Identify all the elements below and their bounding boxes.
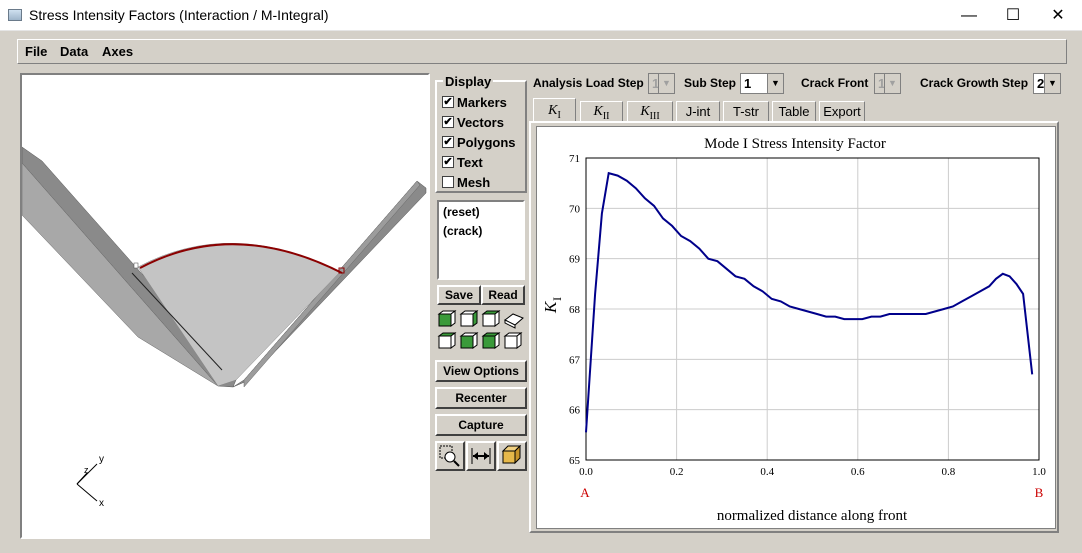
triad-z-label: z [84,465,89,475]
checkbox-box[interactable]: ✔ [442,156,454,168]
analysis-load-step-select[interactable]: 1 ▼ [648,73,675,94]
3d-viewport[interactable]: y x z [20,73,430,539]
crack-growth-step-select[interactable]: 2 ▼ [1033,73,1061,94]
marker-a [133,262,139,269]
x-tick-label: 0.0 [579,466,593,478]
model-view: y x z [22,146,427,509]
view-iso-icon[interactable] [504,313,524,329]
y-tick-label: 70 [569,203,581,215]
zoom-tool-button[interactable] [435,441,465,471]
save-button[interactable]: Save [437,285,481,305]
y-axis-label-sub: I [550,297,564,301]
view-top-icon[interactable] [481,310,501,327]
view-front-icon[interactable] [437,310,457,327]
chevron-down-icon: ▼ [1044,74,1060,93]
x-tick-label: 0.8 [942,466,956,478]
triad-x-label: x [99,498,104,509]
view-bottom-icon[interactable] [459,332,479,349]
crack-growth-step-label: Crack Growth Step [920,76,1029,90]
x-tick-label: 0.2 [670,466,684,478]
end-label-a: A [580,485,590,500]
y-tick-label: 67 [569,354,581,366]
app-icon [8,9,22,21]
grid-lines [585,157,1040,461]
display-group-title: Display [443,74,494,89]
tab-t-str[interactable]: T-str [723,101,769,122]
y-tick-label: 69 [569,254,581,266]
menu-file[interactable]: File [25,44,47,59]
checkbox-box[interactable]: ✔ [442,96,454,108]
y-tick-label: 65 [569,455,581,467]
chevron-down-icon: ▼ [658,74,674,93]
menu-axes[interactable]: Axes [102,44,133,59]
y-tick-label: 71 [569,153,580,165]
y-tick-label: 68 [569,304,581,316]
recenter-button[interactable]: Recenter [435,387,527,409]
chevron-down-icon: ▼ [767,74,783,93]
checkbox-box[interactable]: ✔ [442,116,454,128]
checkbox-box[interactable]: ✔ [442,136,454,148]
views-listbox[interactable]: (reset) (crack) [437,200,525,280]
crack-front-label: Crack Front [801,76,869,90]
tab-k1[interactable]: KI [533,98,576,123]
maximize-icon[interactable]: ☐ [990,0,1036,31]
tab-export[interactable]: Export [819,101,865,122]
list-item[interactable]: (crack) [443,224,482,238]
triad-x-axis [76,483,98,502]
list-item[interactable]: (reset) [443,205,480,219]
view-icons [437,310,524,349]
menu-bar: File Data Axes [17,39,1067,64]
fit-tool-button[interactable] [497,441,527,471]
sub-step-select[interactable]: 1 ▼ [740,73,784,94]
window-title: Stress Intensity Factors (Interaction / … [29,7,329,23]
capture-button[interactable]: Capture [435,414,527,436]
view-side-icon[interactable] [459,310,479,327]
x-axis-label: normalized distance along front [717,508,908,524]
tab-k2[interactable]: KII [580,101,623,122]
analysis-load-step-label: Analysis Load Step [533,76,644,90]
sub-step-label: Sub Step [684,76,737,90]
read-button[interactable]: Read [481,285,525,305]
tab-k3[interactable]: KIII [627,101,673,122]
menu-data[interactable]: Data [60,44,88,59]
view-back-icon[interactable] [437,332,457,349]
chart-title: Mode I Stress Intensity Factor [704,136,886,152]
box-icon [501,444,522,465]
pan-tool-button[interactable] [466,441,496,471]
x-tick-label: 0.6 [851,466,865,478]
view-options-button[interactable]: View Options [435,360,527,382]
ki-series-line [585,171,1034,433]
x-tick-label: 1.0 [1032,466,1046,478]
minimize-icon[interactable]: — [946,0,992,31]
chevron-down-icon: ▼ [884,74,900,93]
chart-panel: Mode I Stress Intensity Factor 0.0 0.2 0.4… [536,126,1056,529]
title-bar: Stress Intensity Factors (Interaction / … [0,0,1082,31]
close-icon[interactable]: ✕ [1035,0,1081,31]
x-tick-label: 0.4 [760,466,774,478]
checkbox-box[interactable] [442,176,454,188]
sif-chart: Mode I Stress Intensity Factor 0.0 0.2 0.4… [541,136,1046,524]
magnifier-icon [439,445,460,467]
y-tick-label: 66 [569,405,581,417]
triad-y-label: y [99,454,104,465]
horizontal-arrows-icon [471,448,491,464]
view-left-icon[interactable] [481,332,501,349]
crack-front-select[interactable]: 1 ▼ [874,73,901,94]
y-axis-label: K I [541,297,564,314]
tab-j-int[interactable]: J-int [676,101,720,122]
y-axis-label-main: K [541,300,560,314]
tick-labels: 0.0 0.2 0.4 0.6 0.8 1.0 65 66 67 68 69 70 71 [569,153,1046,478]
end-label-b: B [1035,485,1044,500]
tab-table[interactable]: Table [772,101,816,122]
view-wire-icon[interactable] [503,332,523,349]
